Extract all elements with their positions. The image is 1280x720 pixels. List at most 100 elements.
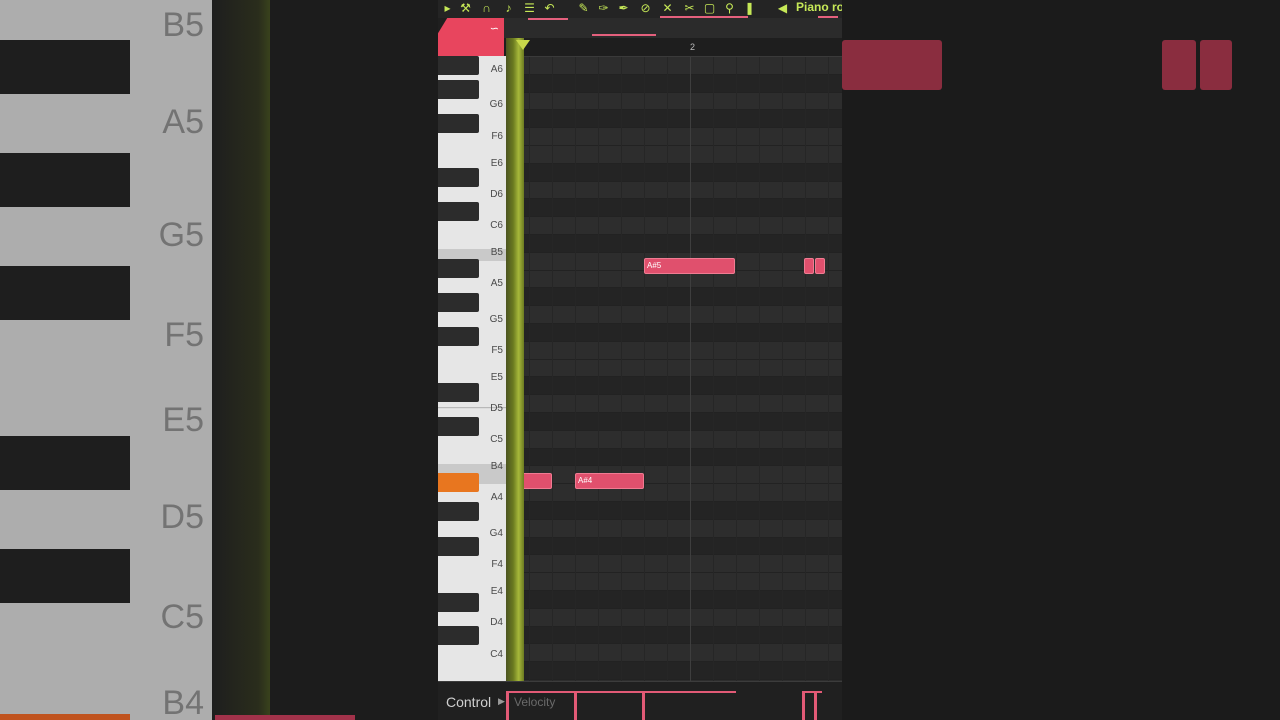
delete-icon[interactable]: ⊘	[638, 1, 653, 15]
black-key[interactable]	[438, 417, 479, 436]
grid-row	[506, 573, 842, 591]
black-key[interactable]	[438, 114, 479, 133]
slice-icon[interactable]: ✂	[682, 1, 697, 15]
black-key[interactable]	[438, 56, 479, 75]
black-key[interactable]	[438, 593, 479, 612]
menu-icon[interactable]: ☰	[522, 1, 537, 15]
midi-note[interactable]: A#4	[575, 473, 644, 489]
song-position-marker[interactable]	[516, 40, 530, 50]
window-title: Piano ro	[796, 0, 842, 14]
paint-icon[interactable]: ✒	[616, 1, 631, 15]
grid-row	[506, 288, 842, 307]
key-label: G4	[489, 528, 503, 539]
black-key[interactable]	[438, 168, 479, 187]
grid-row	[506, 92, 842, 111]
play-small-icon[interactable]: ▸	[440, 1, 455, 15]
velocity-bar[interactable]	[802, 691, 805, 720]
key-label: E6	[490, 158, 503, 169]
key-label: F6	[491, 131, 503, 142]
black-key[interactable]	[438, 80, 479, 99]
grid-row	[506, 413, 842, 431]
note-icon[interactable]: ♪	[501, 1, 516, 15]
piano-roll-window: ▸ ⚒ ∩ ♪ ☰ ↶ ✎ ✑ ✒ ⊘ ✕ ✂ ▢ ⚲ ❚ ◀ Piano ro…	[438, 0, 842, 720]
wrench-icon[interactable]: ⚒	[458, 1, 473, 15]
playback-icon[interactable]: ❚	[742, 1, 757, 15]
grid-row	[506, 448, 842, 467]
playhead[interactable]	[506, 38, 524, 681]
select-icon[interactable]: ▢	[702, 1, 717, 15]
grid-row	[506, 395, 842, 413]
event-control-lane: Control ▶ Velocity	[438, 681, 842, 720]
midi-note[interactable]	[804, 258, 814, 274]
black-key[interactable]	[438, 327, 479, 346]
black-key[interactable]	[438, 259, 479, 278]
grid-line	[552, 57, 553, 681]
grid-line	[598, 57, 599, 681]
timeline-ruler[interactable]: 1 2	[504, 18, 842, 57]
black-key[interactable]	[438, 202, 479, 221]
key-label: A6	[490, 64, 503, 75]
velocity-bar[interactable]	[506, 691, 509, 720]
grid-row	[506, 217, 842, 235]
grid-line	[529, 57, 530, 681]
grid-row	[506, 341, 842, 360]
grid-row	[506, 199, 842, 218]
note-grid[interactable]: A#5A#4A#4	[506, 57, 842, 681]
toolbar: ▸ ⚒ ∩ ♪ ☰ ↶ ✎ ✑ ✒ ⊘ ✕ ✂ ▢ ⚲ ❚ ◀ Piano ro	[438, 0, 842, 18]
dropdown-arrow-icon[interactable]: ▶	[498, 696, 505, 707]
magnet-icon[interactable]: ∩	[479, 1, 494, 15]
grid-line	[782, 57, 783, 681]
speaker-icon[interactable]: ◀	[775, 1, 790, 15]
grid-line	[667, 57, 668, 681]
grid-row	[506, 662, 842, 680]
key-label: G5	[489, 314, 503, 325]
control-label[interactable]: Control	[446, 694, 491, 710]
grid-line	[575, 57, 576, 681]
grid-row	[506, 74, 842, 93]
midi-note[interactable]	[815, 258, 825, 274]
piano-keyboard[interactable]: A6 G6 F6 E6 D6 C6 B5 A5 G5 F5 E5 D5 C5 B4 A4 G4 F4 E4 D4 C4	[438, 56, 506, 681]
grid-row	[506, 519, 842, 538]
wave-icon: ∽	[489, 23, 499, 35]
pencil-icon[interactable]: ✎	[576, 1, 591, 15]
background-grid	[842, 0, 1280, 720]
velocity-bar[interactable]	[814, 691, 817, 720]
grid-row	[506, 181, 842, 200]
grid-row	[506, 502, 842, 520]
white-key[interactable]	[438, 673, 506, 681]
black-key[interactable]	[438, 293, 479, 312]
key-label: B5	[490, 247, 503, 258]
black-key[interactable]	[438, 502, 479, 521]
grid-line	[759, 57, 760, 681]
key-label: B4	[490, 461, 503, 472]
background-keyboard: B5 A5 G5 F5 E5 D5 C5 B4	[0, 0, 212, 720]
active-key[interactable]	[438, 473, 479, 492]
pattern-corner[interactable]: ∽	[438, 18, 504, 56]
velocity-bar[interactable]	[642, 691, 645, 720]
zoom-icon[interactable]: ⚲	[722, 1, 737, 15]
toolbar-indicator	[660, 16, 748, 18]
grid-line	[805, 57, 806, 681]
grid-row	[506, 359, 842, 378]
black-key[interactable]	[438, 626, 479, 645]
grid-line	[713, 57, 714, 681]
background-playhead	[212, 0, 270, 720]
velocity-bar[interactable]	[574, 691, 577, 720]
grid-line	[828, 57, 829, 681]
background-note	[1162, 40, 1196, 90]
grid-row	[506, 324, 842, 342]
grid-row	[506, 555, 842, 574]
velocity-line	[802, 691, 822, 693]
brush-icon[interactable]: ✑	[596, 1, 611, 15]
velocity-line	[642, 691, 736, 693]
key-label: A4	[490, 492, 503, 503]
black-key[interactable]	[438, 383, 479, 402]
velocity-lane[interactable]	[506, 690, 842, 720]
grid-row	[506, 430, 842, 449]
midi-note[interactable]: A#5	[644, 258, 735, 274]
black-key[interactable]	[438, 537, 479, 556]
grid-row	[506, 537, 842, 556]
undo-icon[interactable]: ↶	[542, 1, 557, 15]
grid-row	[506, 306, 842, 324]
mute-icon[interactable]: ✕	[660, 1, 675, 15]
